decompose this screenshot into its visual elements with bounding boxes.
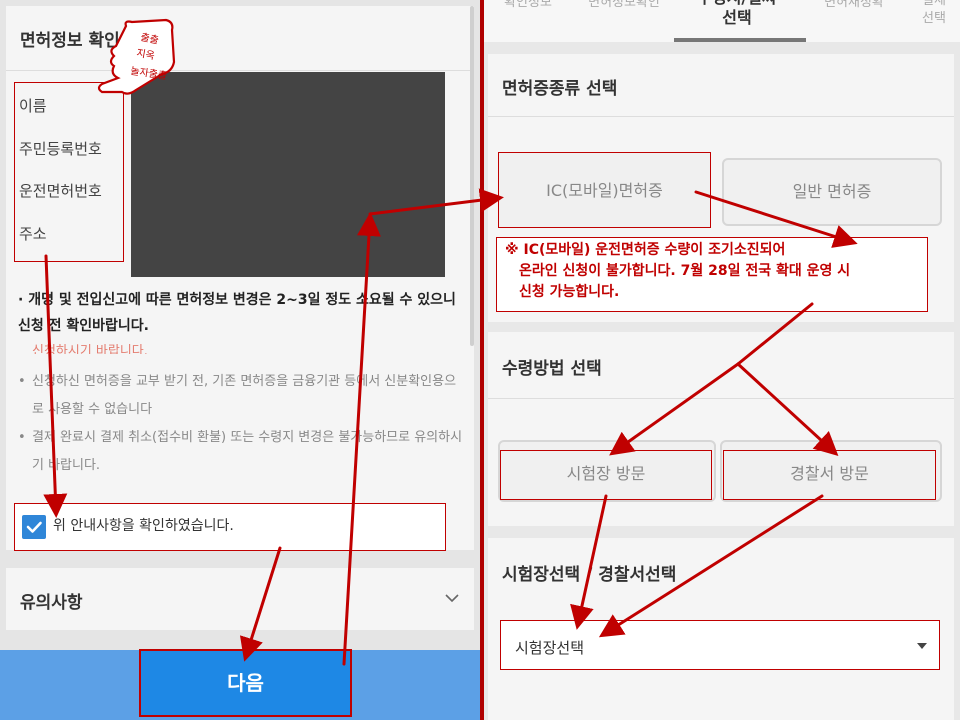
center-select-value: 시험장선택 <box>515 639 585 657</box>
test-center-visit-option[interactable]: 시험장 방문 <box>500 450 712 500</box>
center-select-dropdown[interactable]: 시험장선택 <box>500 620 940 670</box>
tab-step-4[interactable]: 면허재정확 <box>814 0 894 12</box>
rename-notice: · 개명 및 전입신고에 따른 면허정보 변경은 2~3일 정도 소요될 수 있… <box>18 292 456 334</box>
receive-select-panel: 확인정보 면허정보확인 수령지/결짜 선택 면허재정확 결제 선택 면허증종류 … <box>484 0 960 720</box>
hand-stamp-icon: 출출 지옥 놀자출출 <box>97 18 176 95</box>
chevron-down-icon <box>445 594 459 603</box>
checkbox-checked-icon[interactable] <box>22 515 46 539</box>
ic-note-line: 온라인 신청이 불가합니다. 7월 28일 전국 확대 운영 시 <box>519 263 851 279</box>
notice-item: • 결제 완료시 결제 취소(접수비 환불) 또는 수령지 변경은 불가능하므로 … <box>18 430 463 473</box>
confirm-label: 위 안내사항을 확인하였습니다. <box>53 518 234 534</box>
tab-step-2[interactable]: 면허정보확인 <box>576 0 672 12</box>
tab-step-5[interactable]: 결제 선택 <box>904 0 960 28</box>
section-divider <box>488 398 954 399</box>
scrollbar[interactable] <box>470 6 474 346</box>
notice-text: 결제 완료시 결제 취소(접수비 환불) 또는 수령지 변경은 불가능하므로 유… <box>32 430 463 473</box>
field-license-number-label: 운전면허번호 <box>19 182 102 200</box>
step-tabs: 확인정보 면허정보확인 수령지/결짜 선택 면허재정확 결제 선택 <box>484 0 960 42</box>
center-select-title: 시험장선택 / 경찰서선택 <box>502 565 677 585</box>
confirm-checkbox-row[interactable]: 위 안내사항을 확인하였습니다. <box>14 503 446 551</box>
field-address-label: 주소 <box>19 225 47 243</box>
license-info-panel: 면허정보 확인 이름 주민등록번호 운전면허번호 주소 · 개명 및 전입신고에… <box>0 0 480 720</box>
ic-license-option[interactable]: IC(모바일)면허증 <box>498 152 711 228</box>
tab-step-1[interactable]: 확인정보 <box>488 0 568 12</box>
caution-title: 유의사항 <box>20 593 83 613</box>
section-divider <box>488 116 954 117</box>
notice-item: • 신청하신 면허증을 교부 받기 전, 기존 면허증을 금융기관 등에서 신분확… <box>18 374 457 417</box>
receive-method-title: 수령방법 선택 <box>502 359 602 379</box>
title-divider <box>6 70 474 71</box>
ic-stock-notice: ※ IC(모바일) 운전면허증 수량이 조기소진되어 온라인 신청이 불가합니다… <box>496 237 928 312</box>
tab-step-3-active[interactable]: 수령지/결짜 선택 <box>682 0 792 28</box>
ic-note-line: ※ IC(모바일) 운전면허증 수량이 조기소진되어 <box>505 242 786 258</box>
caution-accordion[interactable]: 유의사항 <box>6 568 474 630</box>
notice-text: 신청하신 면허증을 교부 받기 전, 기존 면허증을 금융기관 등에서 신분확인… <box>32 374 457 417</box>
ic-note-line: 신청 가능합니다. <box>519 284 620 300</box>
standard-license-option[interactable]: 일반 면허증 <box>722 158 942 226</box>
police-visit-option[interactable]: 경찰서 방문 <box>723 450 936 500</box>
field-rrn-label: 주민등록번호 <box>19 140 102 158</box>
info-field-labels: 이름 주민등록번호 운전면허번호 주소 <box>14 82 124 262</box>
red-notice-fragment: 신청하시기 바랍니다. <box>32 344 148 354</box>
caret-down-icon <box>917 643 927 649</box>
field-name-label: 이름 <box>19 97 47 115</box>
next-button[interactable]: 다음 <box>139 649 352 717</box>
active-tab-underline <box>674 38 806 42</box>
license-type-title: 면허증종류 선택 <box>502 79 618 99</box>
